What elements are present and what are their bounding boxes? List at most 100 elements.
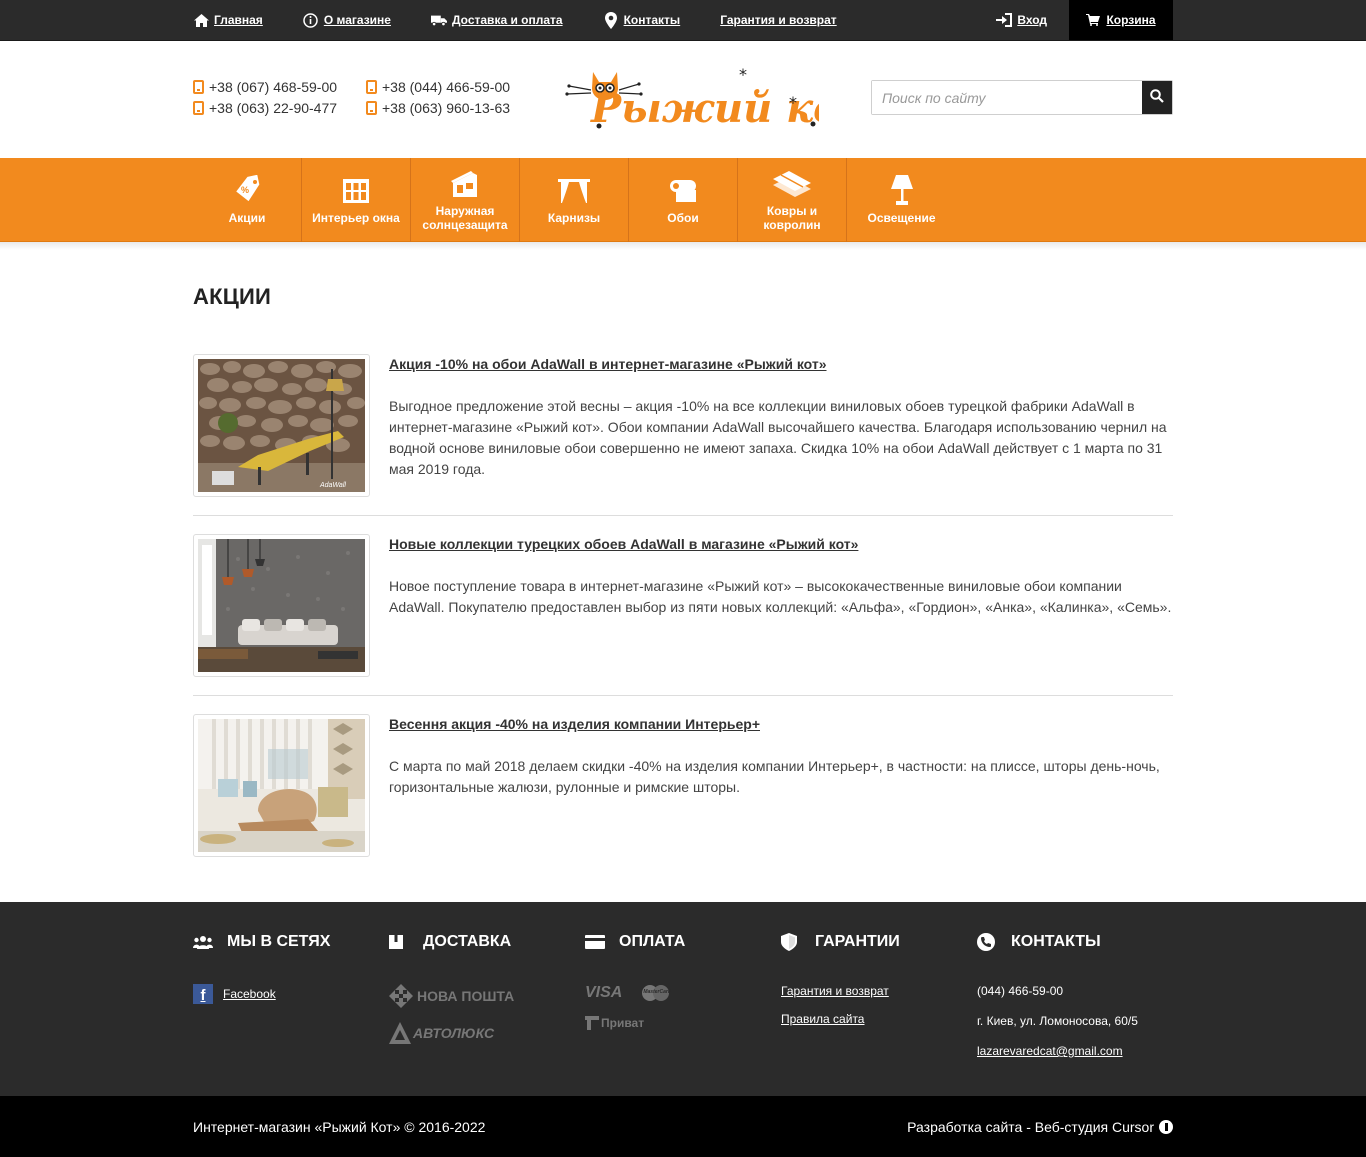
phone-circle-icon (977, 933, 997, 951)
phone-number[interactable]: +38 (063) 960-13-63 (366, 99, 526, 116)
phone-text: +38 (063) 22-90-477 (209, 99, 338, 116)
page-title: АКЦИИ (193, 284, 272, 309)
house-shade-icon (451, 168, 479, 200)
guarantee-return-link[interactable]: Гарантия и возврат (781, 984, 977, 998)
svg-text:%: % (241, 185, 249, 195)
phone-number[interactable]: +38 (063) 22-90-477 (193, 99, 366, 116)
phone-icon (193, 100, 204, 115)
category-label: Карнизы (547, 211, 601, 225)
home-icon (193, 12, 209, 28)
login-label: Вход (1017, 13, 1047, 27)
category-sale[interactable]: % Акции (193, 158, 302, 242)
promo-image-stone-wallpaper[interactable]: AdaWall (193, 354, 370, 497)
category-label: Ковры и ковролин (763, 204, 821, 232)
site-header: +38 (067) 468-59-00 +38 (044) 466-59-00 … (0, 41, 1366, 158)
category-label: Акции (228, 211, 266, 225)
top-bar: Главная О магазине Доставка и оплата Кон… (0, 0, 1366, 41)
shield-icon (781, 933, 801, 951)
truck-icon (430, 12, 447, 28)
category-label: Обои (667, 211, 699, 225)
footer-contacts-title: КОНТАКТЫ (1011, 933, 1101, 950)
site-rules-link[interactable]: Правила сайта (781, 1012, 977, 1026)
nav-link-contacts[interactable]: Контакты (603, 11, 680, 29)
privat-logo: Приват (585, 1016, 781, 1030)
mastercard-text: MasterCard (643, 989, 671, 995)
facebook-label: Facebook (223, 987, 276, 1001)
avtolux-text: АВТОЛЮКС (413, 1025, 495, 1041)
category-cornices[interactable]: Карнизы (520, 158, 629, 242)
nav-link-home[interactable]: Главная (193, 12, 263, 28)
promo-item: Весення акция -40% на изделия компании И… (193, 714, 1173, 875)
cart-icon (1086, 14, 1101, 26)
nav-shadow (0, 242, 1366, 250)
footer-payment-title: ОПЛАТА (619, 933, 686, 950)
svg-text:*: * (789, 93, 797, 112)
curtain-rod-icon (558, 175, 590, 207)
category-wallpaper[interactable]: Обои (629, 158, 738, 242)
mastercard-logo: MasterCard (642, 984, 671, 1002)
svg-text:*: * (739, 66, 747, 84)
site-logo[interactable]: Рыжий кот * * (563, 65, 882, 132)
cart-label: Корзина (1106, 13, 1156, 27)
avtolux-logo: АВТОЛЮКС (389, 1022, 585, 1044)
category-outdoor-sun-protection[interactable]: Наружная солнцезащита (411, 158, 520, 242)
category-label: Интерьер окна (312, 211, 400, 225)
login-link[interactable]: Вход (996, 12, 1047, 28)
promo-image-interior-chair[interactable] (193, 714, 370, 857)
phone-text: +38 (067) 468-59-00 (209, 78, 338, 95)
lamp-icon (890, 175, 913, 207)
contact-phone: (044) 466-59-00 (977, 984, 1064, 998)
payment-logos: VISA MasterCard (585, 984, 781, 1002)
footer-social-title: МЫ В СЕТЯХ (227, 933, 331, 950)
image-caption: AdaWall (319, 482, 346, 489)
phone-icon (193, 79, 204, 94)
promo-image-living-room[interactable] (193, 534, 370, 677)
phone-number[interactable]: +38 (067) 468-59-00 (193, 78, 366, 95)
sale-tag-icon: % (232, 175, 262, 207)
developer-text: Разработка сайта - Веб-студия Cursor (907, 1118, 1154, 1135)
login-icon (996, 12, 1013, 28)
promo-description: Выгодное предложение этой весны – акция … (389, 398, 1167, 477)
promo-item: Новые коллекции турецких обоев AdaWall в… (193, 534, 1173, 696)
promo-title-link[interactable]: Акция -10% на обои AdaWall в интернет-ма… (389, 356, 827, 372)
contact-email-link[interactable]: lazarevaredcat@gmail.com (977, 1044, 1173, 1058)
privat-text: Приват (601, 1016, 645, 1030)
category-nav: % Акции Интерьер окна Наружная солнцезащ… (0, 158, 1366, 242)
search-icon (1150, 89, 1164, 106)
logo-text: Рыжий кот (590, 85, 819, 130)
copyright-text: Интернет-магазин «Рыжий Кот» © 2016-2022 (193, 1118, 486, 1135)
nav-link-home-label: Главная (214, 13, 263, 27)
category-lighting[interactable]: Освещение (847, 158, 956, 242)
credit-card-icon (585, 935, 605, 949)
promo-description: Новое поступление товара в интернет-мага… (389, 578, 1172, 615)
promo-title-link[interactable]: Весення акция -40% на изделия компании И… (389, 716, 760, 732)
search-button[interactable] (1142, 81, 1172, 114)
phone-number[interactable]: +38 (044) 466-59-00 (366, 78, 526, 95)
contact-address: г. Киев, ул. Ломоносова, 60/5 (977, 1014, 1138, 1028)
footer-social: МЫ В СЕТЯХ f Facebook (193, 933, 389, 1072)
facebook-link[interactable]: f Facebook (193, 984, 389, 1004)
nova-poshta-logo: НОВА ПОШТА (389, 984, 585, 1008)
nav-link-about[interactable]: О магазине (303, 12, 391, 28)
info-icon (303, 12, 319, 28)
footer-delivery: ДОСТАВКА НОВА ПОШТА АВТОЛЮКС (389, 933, 585, 1072)
category-label: Наружная солнцезащита (422, 204, 508, 232)
search-input[interactable] (872, 81, 1142, 114)
category-label: Освещение (867, 211, 936, 225)
nav-link-delivery[interactable]: Доставка и оплата (430, 12, 563, 28)
category-window-interior[interactable]: Интерьер окна (302, 158, 411, 242)
category-carpets[interactable]: Ковры и ковролин (738, 158, 847, 242)
cart-button[interactable]: Корзина (1069, 0, 1173, 40)
phone-list: +38 (067) 468-59-00 +38 (044) 466-59-00 … (193, 78, 526, 116)
users-icon (193, 935, 213, 949)
nav-link-about-label: О магазине (323, 13, 391, 27)
cursor-logo-icon (1159, 1119, 1173, 1134)
nav-link-guarantee[interactable]: Гарантия и возврат (720, 13, 836, 27)
box-icon (389, 935, 409, 949)
footer-guarantee-title: ГАРАНТИИ (815, 933, 900, 950)
promo-item: AdaWall Акция -10% на обои AdaWall в инт… (193, 354, 1173, 516)
developer-link[interactable]: Разработка сайта - Веб-студия Cursor (907, 1119, 1173, 1135)
promo-title-link[interactable]: Новые коллекции турецких обоев AdaWall в… (389, 536, 858, 552)
phone-text: +38 (063) 960-13-63 (382, 99, 511, 116)
search-box (871, 80, 1173, 115)
